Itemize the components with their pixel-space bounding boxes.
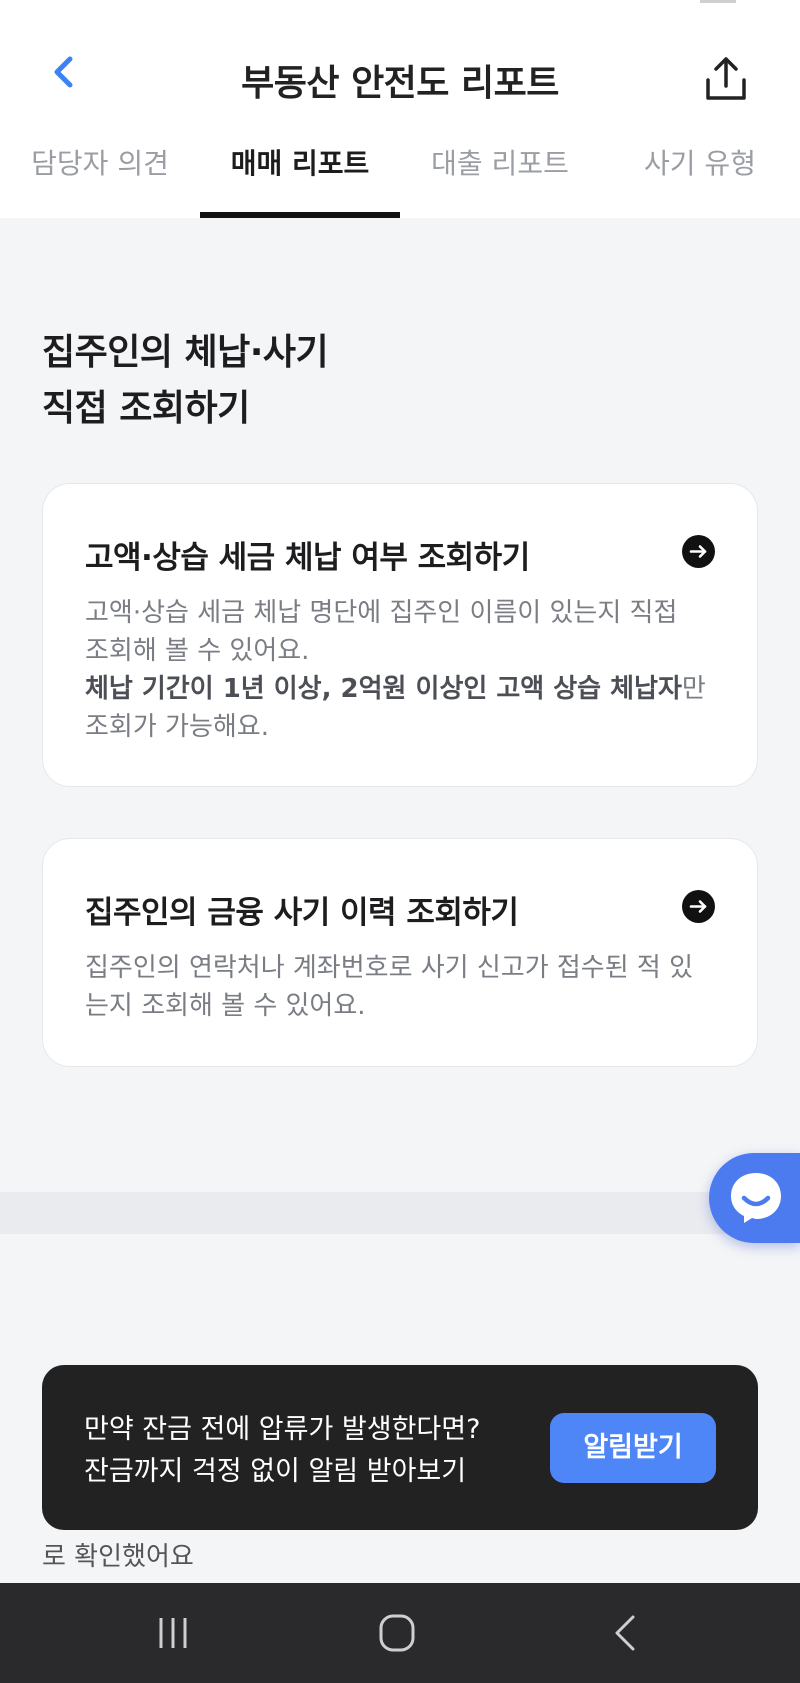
system-back-button[interactable] xyxy=(595,1608,655,1658)
tab-manager-opinion[interactable]: 담당자 의견 xyxy=(0,142,200,218)
page-title: 부동산 안전도 리포트 xyxy=(241,63,559,104)
home-button[interactable] xyxy=(367,1608,427,1658)
chat-button[interactable] xyxy=(709,1153,800,1243)
section-title: 집주인의 체납·사기 직접 조회하기 xyxy=(42,332,329,429)
card-title: 고액·상습 세금 체납 여부 조회하기 xyxy=(85,540,530,576)
recent-apps-icon xyxy=(159,1618,187,1648)
card-title: 집주인의 금융 사기 이력 조회하기 xyxy=(85,895,519,931)
active-tab-indicator xyxy=(200,212,400,218)
card-description: 집주인의 연락처나 계좌번호로 사기 신고가 접수된 적 있 는지 조회해 볼 … xyxy=(85,953,694,1021)
system-nav-bar xyxy=(0,1583,800,1683)
report-tabs: 담당자 의견 매매 리포트 대출 리포트 사기 유형 xyxy=(0,120,800,218)
share-upload-icon xyxy=(706,57,746,100)
top-app-bar: 부동산 안전도 리포트 xyxy=(0,0,800,120)
financial-fraud-card[interactable]: 집주인의 금융 사기 이력 조회하기 집주인의 연락처나 계좌번호로 사기 신고… xyxy=(42,838,758,1067)
partial-text: 로 확인했어요 xyxy=(42,1542,194,1572)
share-button[interactable] xyxy=(700,54,752,104)
home-icon xyxy=(379,1614,415,1652)
subscribe-alert-button[interactable]: 알림받기 xyxy=(550,1413,716,1483)
tax-arrears-card[interactable]: 고액·상습 세금 체납 여부 조회하기 고액·상습 세금 체납 명단에 집주인 … xyxy=(42,483,758,787)
back-icon xyxy=(615,1615,635,1651)
section-divider xyxy=(0,1192,800,1234)
card-description: 고액·상습 세금 체납 명단에 집주인 이름이 있는지 직접 조회해 볼 수 있… xyxy=(85,598,706,742)
tab-fraud-types[interactable]: 사기 유형 xyxy=(600,142,800,218)
arrow-right-icon xyxy=(682,890,715,923)
recent-apps-button[interactable] xyxy=(143,1608,203,1658)
chat-bubble-icon xyxy=(731,1173,781,1223)
tab-sale-report[interactable]: 매매 리포트 xyxy=(200,142,400,218)
status-indicator xyxy=(700,0,736,3)
arrow-right-icon xyxy=(682,535,715,568)
banner-text: 만약 잔금 전에 압류가 발생한다면? 잔금까지 걱정 없이 알림 받아보기 xyxy=(84,1414,481,1487)
tab-loan-report[interactable]: 대출 리포트 xyxy=(400,142,600,218)
alert-banner: 만약 잔금 전에 압류가 발생한다면? 잔금까지 걱정 없이 알림 받아보기 알… xyxy=(42,1365,758,1530)
